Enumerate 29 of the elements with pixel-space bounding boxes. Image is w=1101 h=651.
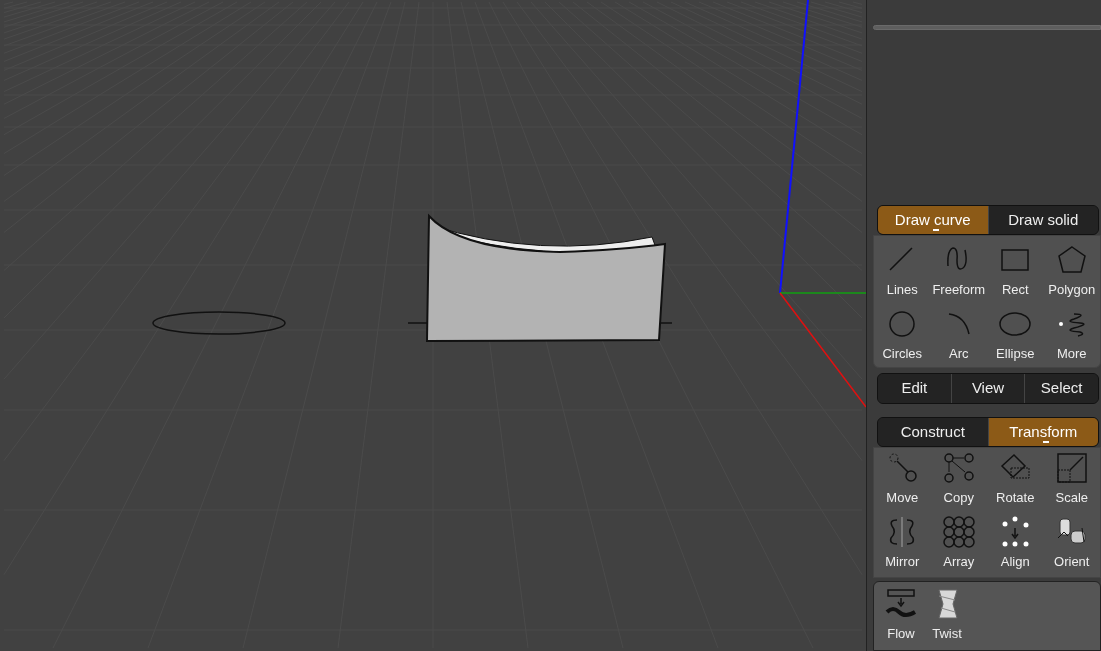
tab[interactable]: Draw curve bbox=[878, 206, 988, 234]
flow-icon bbox=[885, 588, 917, 620]
copy-icon bbox=[942, 452, 975, 484]
tab[interactable]: Draw solid bbox=[987, 206, 1098, 234]
tool-button[interactable]: Rect bbox=[987, 242, 1044, 306]
menu-button[interactable]: Select bbox=[1024, 374, 1098, 403]
tool-button[interactable]: Ellipse bbox=[987, 306, 1044, 370]
tool-button[interactable]: Freeform bbox=[930, 242, 987, 306]
pentagon-icon bbox=[1055, 244, 1088, 276]
tool-button[interactable]: Rotate bbox=[987, 450, 1044, 514]
tool-button[interactable]: Flow bbox=[878, 586, 924, 650]
circle-grid-icon bbox=[942, 516, 975, 548]
move-icon bbox=[886, 452, 919, 484]
tool-button[interactable]: Copy bbox=[930, 450, 987, 514]
tool-button[interactable]: Circles bbox=[874, 306, 931, 370]
tool-button[interactable]: Move bbox=[874, 450, 931, 514]
tool-button[interactable]: Array bbox=[930, 514, 987, 578]
tab[interactable]: Transform bbox=[987, 418, 1098, 446]
tool-button[interactable]: Scale bbox=[1043, 450, 1100, 514]
tool-button[interactable]: Mirror bbox=[874, 514, 931, 578]
tool-button[interactable]: Arc bbox=[930, 306, 987, 370]
slider-track[interactable] bbox=[873, 25, 1101, 30]
tool-button[interactable]: More bbox=[1043, 306, 1100, 370]
tool-button[interactable]: Polygon bbox=[1043, 242, 1100, 306]
tool-button[interactable]: Lines bbox=[874, 242, 931, 306]
tool-button[interactable]: Align bbox=[987, 514, 1044, 578]
tool-button[interactable]: Orient bbox=[1043, 514, 1100, 578]
scale-icon bbox=[1055, 452, 1088, 484]
tool-button[interactable]: Twist bbox=[924, 586, 970, 650]
